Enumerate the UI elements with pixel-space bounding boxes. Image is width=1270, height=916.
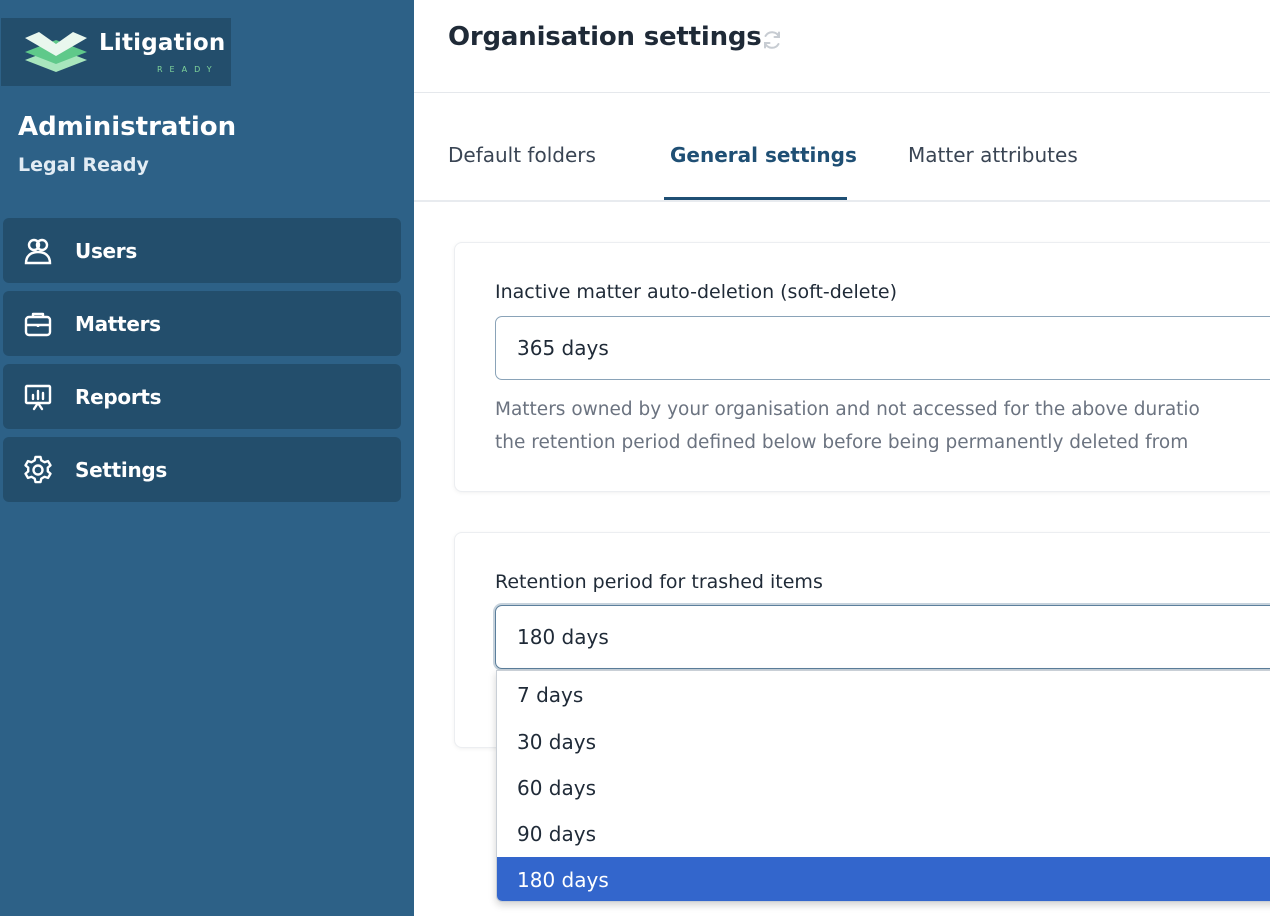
sidebar-item-users[interactable]: Users bbox=[3, 218, 401, 283]
auto-deletion-label: Inactive matter auto-deletion (soft-dele… bbox=[495, 281, 898, 303]
refresh-icon[interactable] bbox=[760, 28, 784, 52]
sidebar-item-label: Matters bbox=[75, 311, 161, 336]
auto-deletion-help: Matters owned by your organisation and n… bbox=[495, 393, 1270, 459]
auto-deletion-card: Inactive matter auto-deletion (soft-dele… bbox=[454, 242, 1270, 492]
sidebar-item-settings[interactable]: Settings bbox=[3, 437, 401, 502]
retention-select[interactable]: 180 days bbox=[495, 605, 1270, 669]
sidebar-item-reports[interactable]: Reports bbox=[3, 364, 401, 429]
dropdown-option-90-days[interactable]: 90 days bbox=[497, 811, 1270, 857]
dropdown-option-60-days[interactable]: 60 days bbox=[497, 765, 1270, 811]
auto-deletion-value: 365 days bbox=[517, 336, 609, 360]
dropdown-option-7-days[interactable]: 7 days bbox=[497, 671, 1270, 719]
sidebar-nav: Users Matters Reports Settings bbox=[3, 218, 401, 510]
gear-icon bbox=[23, 455, 53, 485]
brand-logo[interactable]: Litigation READY bbox=[1, 18, 231, 86]
sidebar: Litigation READY Administration Legal Re… bbox=[0, 0, 414, 916]
briefcase-icon bbox=[23, 309, 53, 339]
layers-logo-icon bbox=[25, 32, 87, 72]
tab-default-folders[interactable]: Default folders bbox=[448, 143, 596, 167]
tab-matter-attributes[interactable]: Matter attributes bbox=[908, 143, 1078, 167]
help-text-line: the retention period defined below befor… bbox=[495, 432, 1189, 453]
retention-label: Retention period for trashed items bbox=[495, 571, 823, 593]
sidebar-item-label: Users bbox=[75, 238, 137, 263]
brand-name: Litigation bbox=[99, 30, 226, 56]
retention-value: 180 days bbox=[517, 625, 609, 649]
auto-deletion-select[interactable]: 365 days bbox=[495, 316, 1270, 380]
page-title: Organisation settings bbox=[448, 22, 762, 52]
dropdown-option-180-days[interactable]: 180 days bbox=[497, 857, 1270, 901]
dropdown-option-30-days[interactable]: 30 days bbox=[497, 719, 1270, 765]
brand-tagline: READY bbox=[157, 65, 219, 74]
sidebar-item-label: Reports bbox=[75, 384, 162, 409]
retention-dropdown-list: 7 days 30 days 60 days 90 days 180 days bbox=[496, 670, 1270, 902]
settings-tabs: Default folders General settings Matter … bbox=[414, 93, 1270, 202]
page-header: Organisation settings bbox=[414, 0, 1270, 93]
main-content: Organisation settings Default folders Ge… bbox=[414, 0, 1270, 916]
sidebar-title: Administration bbox=[18, 112, 237, 142]
active-tab-indicator bbox=[664, 197, 847, 200]
sidebar-item-matters[interactable]: Matters bbox=[3, 291, 401, 356]
presentation-chart-icon bbox=[23, 382, 53, 412]
help-text-line: Matters owned by your organisation and n… bbox=[495, 399, 1200, 420]
users-icon bbox=[23, 236, 53, 266]
organisation-name: Legal Ready bbox=[18, 154, 149, 176]
tab-general-settings[interactable]: General settings bbox=[670, 143, 857, 167]
sidebar-item-label: Settings bbox=[75, 457, 168, 482]
